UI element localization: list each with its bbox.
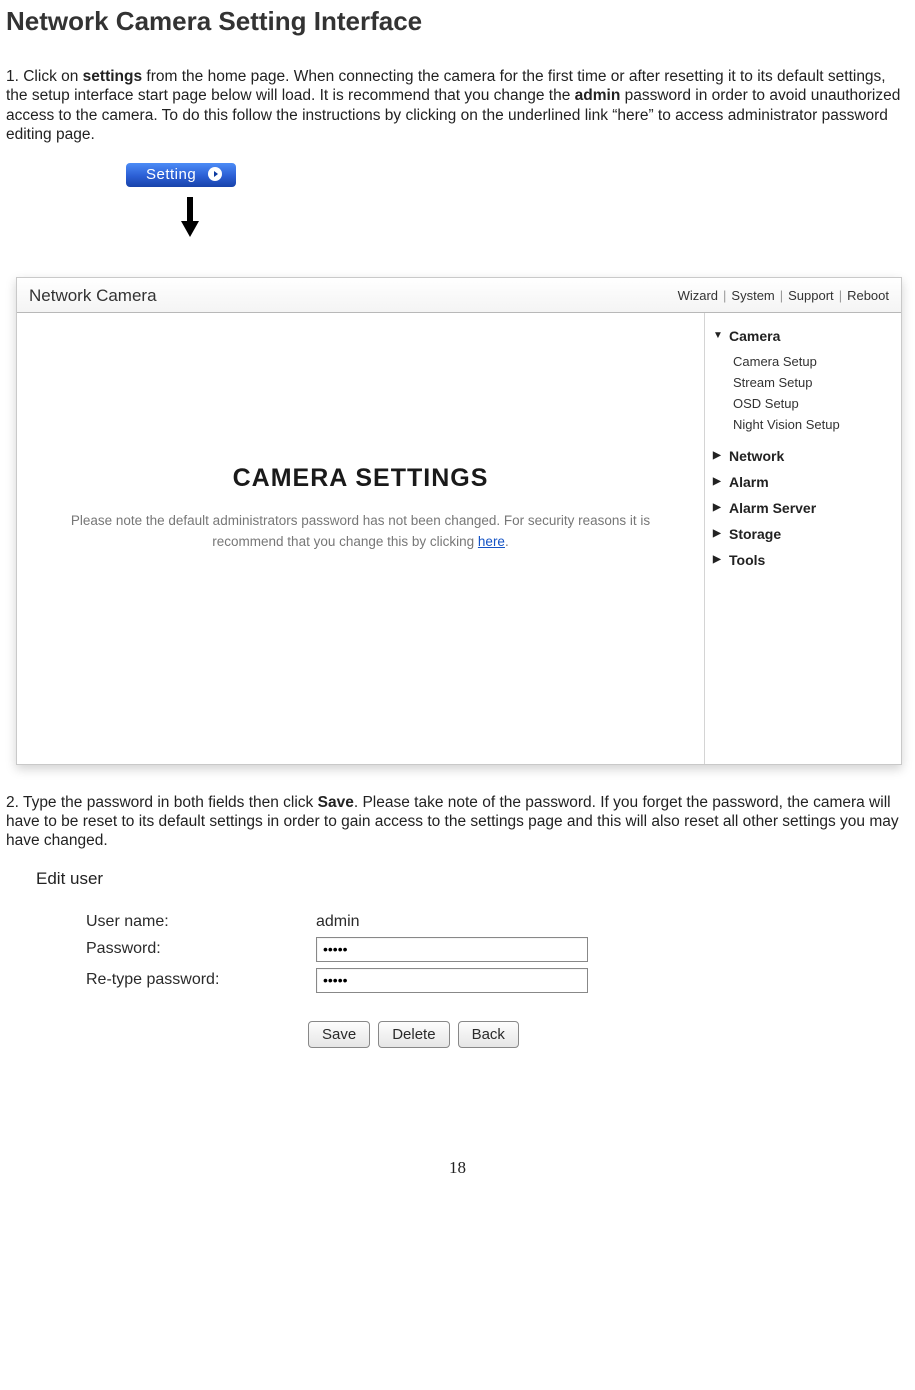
sidebar-group-alarm-server-label: Alarm Server <box>729 500 816 516</box>
nav-wizard[interactable]: Wizard <box>678 288 718 303</box>
password-label: Password: <box>86 940 316 958</box>
para1-text-a: 1. Click on <box>6 68 83 85</box>
back-button[interactable]: Back <box>458 1021 519 1048</box>
para2-text-a: 2. Type the password in both fields then… <box>6 794 318 811</box>
paragraph-1: 1. Click on settings from the home page.… <box>6 67 909 145</box>
panel-nav: Wizard|System|Support|Reboot <box>678 288 889 303</box>
caret-right-icon: ▶ <box>713 476 723 487</box>
sidebar-group-network[interactable]: ▶ Network <box>711 443 895 469</box>
sidebar-item-camera-setup[interactable]: Camera Setup <box>733 351 895 372</box>
caret-right-icon: ▶ <box>713 554 723 565</box>
delete-button[interactable]: Delete <box>378 1021 449 1048</box>
camera-settings-screenshot: Network Camera Wizard|System|Support|Reb… <box>16 277 902 765</box>
sidebar-group-storage[interactable]: ▶ Storage <box>711 521 895 547</box>
page-number: 18 <box>6 1158 909 1178</box>
setting-button-label: Setting <box>146 166 196 183</box>
sidebar: ▼ Camera Camera Setup Stream Setup OSD S… <box>704 313 901 764</box>
password-field[interactable] <box>316 937 588 962</box>
setting-button[interactable]: Setting <box>126 163 236 187</box>
nav-support[interactable]: Support <box>788 288 834 303</box>
nav-system[interactable]: System <box>731 288 774 303</box>
username-value: admin <box>316 913 360 931</box>
save-button[interactable]: Save <box>308 1021 370 1048</box>
caret-right-icon: ▶ <box>713 450 723 461</box>
sidebar-group-storage-label: Storage <box>729 526 781 542</box>
arrow-right-icon <box>208 167 222 181</box>
edit-user-title: Edit user <box>36 869 676 889</box>
msg-text-b: . <box>505 534 509 549</box>
sidebar-group-tools-label: Tools <box>729 552 765 568</box>
page-title: Network Camera Setting Interface <box>6 6 909 37</box>
para1-bold-settings: settings <box>83 68 142 85</box>
para2-bold-save: Save <box>318 794 354 811</box>
sidebar-group-network-label: Network <box>729 448 784 464</box>
caret-right-icon: ▶ <box>713 502 723 513</box>
retype-password-label: Re-type password: <box>86 971 316 989</box>
caret-down-icon: ▼ <box>713 330 723 341</box>
sidebar-group-alarm[interactable]: ▶ Alarm <box>711 469 895 495</box>
here-link[interactable]: here <box>478 534 505 549</box>
para1-bold-admin: admin <box>575 87 621 104</box>
panel-title: Network Camera <box>29 286 157 306</box>
down-arrow-icon <box>181 197 909 237</box>
sidebar-group-alarm-server[interactable]: ▶ Alarm Server <box>711 495 895 521</box>
sidebar-item-osd-setup[interactable]: OSD Setup <box>733 393 895 414</box>
camera-settings-heading: CAMERA SETTINGS <box>233 464 489 493</box>
sidebar-group-alarm-label: Alarm <box>729 474 769 490</box>
msg-text-a: Please note the default administrators p… <box>71 513 650 549</box>
retype-password-field[interactable] <box>316 968 588 993</box>
sidebar-group-camera-label: Camera <box>729 328 780 344</box>
sidebar-group-tools[interactable]: ▶ Tools <box>711 547 895 573</box>
sidebar-item-night-vision-setup[interactable]: Night Vision Setup <box>733 414 895 435</box>
sidebar-item-stream-setup[interactable]: Stream Setup <box>733 372 895 393</box>
paragraph-2: 2. Type the password in both fields then… <box>6 793 909 851</box>
nav-reboot[interactable]: Reboot <box>847 288 889 303</box>
camera-settings-message: Please note the default administrators p… <box>57 511 664 553</box>
username-label: User name: <box>86 913 316 931</box>
sidebar-group-camera[interactable]: ▼ Camera <box>711 323 895 349</box>
edit-user-panel: Edit user User name: admin Password: Re-… <box>36 869 676 1048</box>
caret-right-icon: ▶ <box>713 528 723 539</box>
